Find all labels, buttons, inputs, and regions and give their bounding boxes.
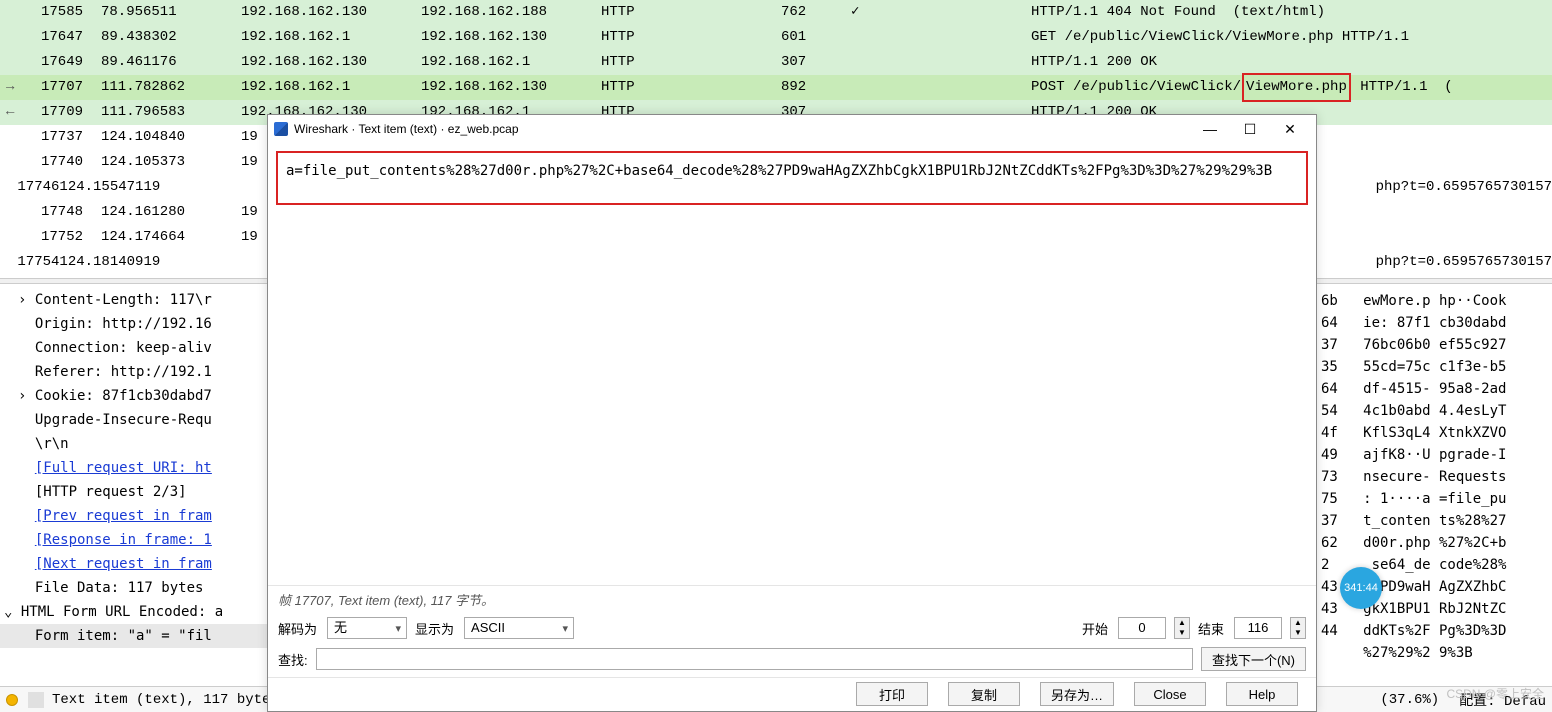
text-item-dialog: Wireshark · Text item (text) · ez_web.pc… [267,114,1317,712]
hex-line[interactable]: 64 df-4515- 95a8-2ad [1321,378,1552,400]
expert-indicator-icon[interactable] [6,694,18,706]
show-as-select[interactable]: ASCII [464,617,574,639]
decode-as-label: 解码为 [278,619,317,638]
print-button[interactable]: 打印 [856,682,928,706]
tree-link[interactable]: [Response in frame: 1 [35,532,212,548]
find-label: 查找: [278,650,308,669]
end-label: 结束 [1198,619,1224,638]
saveas-button[interactable]: 另存为… [1040,682,1114,706]
tree-link[interactable]: [Next request in fram [35,556,212,572]
maximize-button[interactable]: ☐ [1230,121,1270,138]
hex-line[interactable]: 49 ajfK8··U pgrade-I [1321,444,1552,466]
hex-line[interactable]: 75 : 1····a =file_pu [1321,488,1552,510]
end-input[interactable]: 116 [1234,617,1282,639]
find-input[interactable] [316,648,1193,670]
watermark-text: CSDN @零上安全 [1446,685,1544,702]
edit-icon[interactable] [28,692,44,708]
find-next-button[interactable]: 查找下一个(N) [1201,647,1306,671]
hex-line[interactable]: 62 d00r.php %27%2C+b [1321,532,1552,554]
hex-line[interactable]: 6b ewMore.p hp··Cook [1321,290,1552,312]
dialog-title: Wireshark · Text item (text) · ez_web.pc… [294,122,519,136]
hex-line[interactable]: 73 nsecure- Requests [1321,466,1552,488]
tree-link[interactable]: [Prev request in fram [35,508,212,524]
hex-line[interactable]: 54 4c1b0abd 4.4esLyT [1321,400,1552,422]
tree-link[interactable]: [Full request URI: ht [35,460,212,476]
close-dialog-button[interactable]: Close [1134,682,1206,706]
packet-row[interactable]: →17707111.782862192.168.162.1192.168.162… [0,75,1552,100]
copy-button[interactable]: 复制 [948,682,1020,706]
hex-line[interactable]: 4f KflS3qL4 XtnkXZVO [1321,422,1552,444]
hex-line[interactable]: 37 76bc06b0 ef55c927 [1321,334,1552,356]
hex-line[interactable]: 35 55cd=75c c1f3e-b5 [1321,356,1552,378]
help-button[interactable]: Help [1226,682,1298,706]
start-input[interactable]: 0 [1118,617,1166,639]
start-spinner[interactable]: ▲▼ [1174,617,1190,639]
start-label: 开始 [1082,619,1108,638]
packet-row[interactable]: 1764789.438302192.168.162.1192.168.162.1… [0,25,1552,50]
dialog-titlebar[interactable]: Wireshark · Text item (text) · ez_web.pc… [268,115,1316,143]
hex-dump-pane[interactable]: 6b ewMore.p hp··Cook64 ie: 87f1 cb30dabd… [1314,284,1552,684]
hex-line[interactable]: 37 t_conten ts%28%27 [1321,510,1552,532]
end-spinner[interactable]: ▲▼ [1290,617,1306,639]
minimize-button[interactable]: — [1190,121,1230,137]
hex-line[interactable]: 44 ddKTs%2F Pg%3D%3D [1321,620,1552,642]
status-percent: (37.6%) [1380,692,1439,708]
decode-as-select[interactable]: 无 [327,617,407,639]
show-as-label: 显示为 [415,619,454,638]
payload-text[interactable]: a=file_put_contents%28%27d00r.php%27%2C+… [276,151,1308,205]
packet-row[interactable]: 1764989.461176192.168.162.130192.168.162… [0,50,1552,75]
status-text: Text item (text), 117 byte [52,692,270,708]
wireshark-icon [274,122,288,136]
packet-row[interactable]: 1758578.956511192.168.162.130192.168.162… [0,0,1552,25]
hex-line[interactable]: 64 ie: 87f1 cb30dabd [1321,312,1552,334]
close-button[interactable]: ✕ [1270,121,1310,138]
frame-info-label: 帧 17707, Text item (text), 117 字节。 [268,585,1316,613]
clock-widget: 341:44 [1340,567,1382,609]
hex-line[interactable]: %27%29%2 9%3B [1321,642,1552,664]
